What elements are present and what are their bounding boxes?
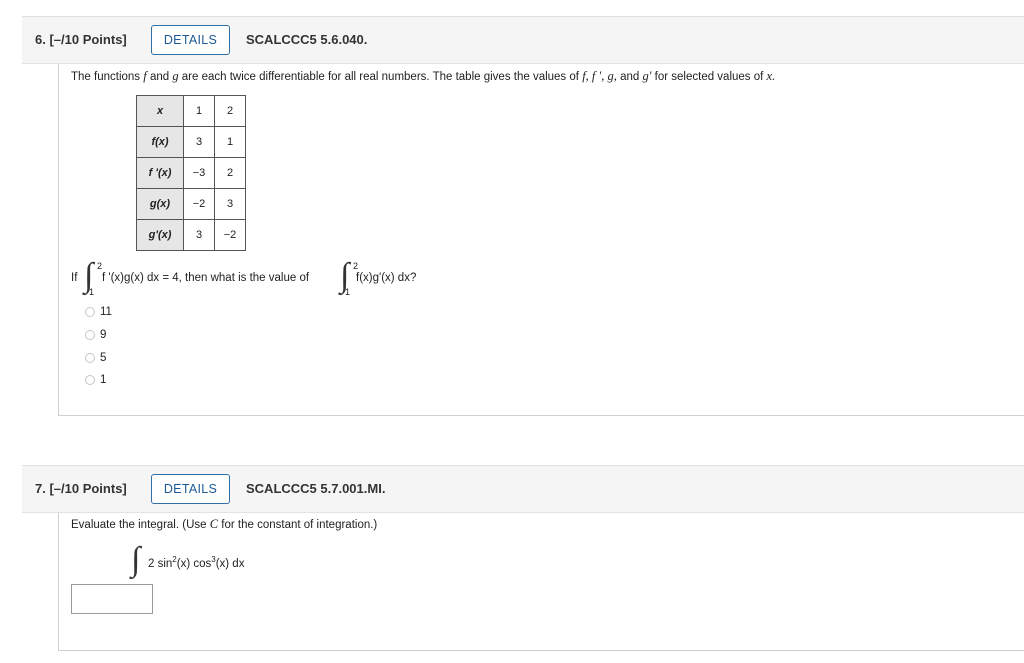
table-cell: −2: [214, 219, 246, 251]
table-row: f(x) 3 1: [136, 126, 246, 158]
choice-label: 1: [100, 374, 107, 386]
question-6-prompt: The functions f and g are each twice dif…: [71, 69, 776, 83]
table-cell: 3: [183, 126, 215, 158]
table-row-label: f(x): [136, 126, 184, 158]
question-6-code: SCALCCC5 5.6.040.: [246, 32, 368, 47]
question-6-header: 6. [–/10 Points] DETAILS SCALCCC5 5.6.04…: [22, 16, 1024, 64]
question-7-header: 7. [–/10 Points] DETAILS SCALCCC5 5.7.00…: [22, 465, 1024, 513]
question-7-prompt: Evaluate the integral. (Use C for the co…: [71, 517, 378, 531]
table-cell: 1: [214, 126, 246, 158]
table-row-label: g'(x): [136, 219, 184, 251]
integral-lower-limit: 1: [89, 287, 95, 297]
question-7-details-button[interactable]: DETAILS: [151, 474, 230, 504]
table-cell: −2: [183, 188, 215, 220]
if-label: If: [71, 272, 78, 284]
values-table: x 1 2 f(x) 3 1 f '(x) −3 2 g(x) −2 3 g'(…: [136, 95, 246, 251]
table-cell: 3: [214, 188, 246, 220]
table-header-x: x: [136, 95, 184, 127]
table-header-cell: 2: [214, 95, 246, 127]
question-7-body: [58, 513, 1024, 651]
question-7-code: SCALCCC5 5.7.001.MI.: [246, 481, 386, 496]
table-row: g'(x) 3 −2: [136, 219, 246, 251]
table-row: f '(x) −3 2: [136, 157, 246, 189]
table-row-label: f '(x): [136, 157, 184, 189]
choice-label: 9: [100, 329, 107, 341]
question-7-number: 7. [–/10 Points]: [35, 481, 127, 496]
question-6-details-button[interactable]: DETAILS: [151, 25, 230, 55]
integral-lower-limit: 1: [345, 287, 351, 297]
question-6-number: 6. [–/10 Points]: [35, 32, 127, 47]
answer-input[interactable]: [71, 584, 153, 614]
radio-button[interactable]: [85, 375, 95, 385]
table-header-cell: 1: [183, 95, 215, 127]
choice-label: 5: [100, 352, 107, 364]
table-header-row: x 1 2: [136, 95, 246, 127]
radio-button[interactable]: [85, 353, 95, 363]
integral-sign-icon: ∫: [131, 541, 141, 578]
integral-expression: 2 sin2(x) cos3(x) dx: [148, 555, 245, 570]
table-cell: 2: [214, 157, 246, 189]
table-row: g(x) −2 3: [136, 188, 246, 220]
integral-expression-1: f '(x)g(x) dx = 4, then what is the valu…: [102, 272, 310, 284]
radio-button[interactable]: [85, 307, 95, 317]
table-cell: −3: [183, 157, 215, 189]
choice-label: 11: [100, 306, 112, 318]
table-row-label: g(x): [136, 188, 184, 220]
integral-upper-limit: 2: [353, 261, 359, 271]
integral-expression-2: f(x)g'(x) dx?: [356, 272, 417, 284]
table-cell: 3: [183, 219, 215, 251]
integral-upper-limit: 2: [97, 261, 103, 271]
radio-button[interactable]: [85, 330, 95, 340]
